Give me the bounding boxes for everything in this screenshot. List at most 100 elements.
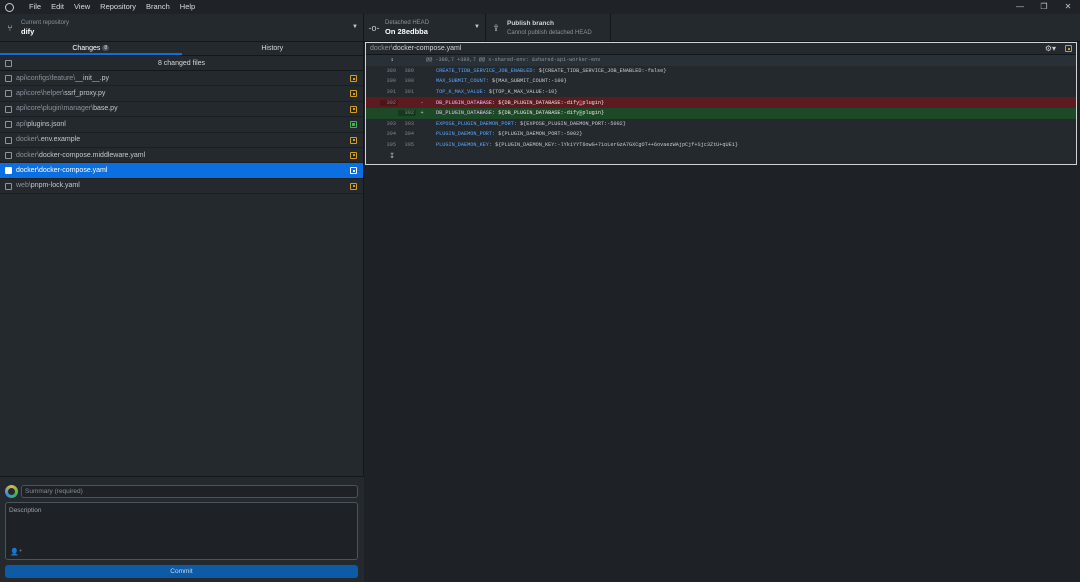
old-line-number[interactable]: 390 <box>380 78 398 84</box>
file-checkbox[interactable] <box>5 121 12 129</box>
diff-key: EXPOSE_PLUGIN_DAEMON_PORT: <box>436 120 517 127</box>
list-item[interactable]: docker\docker-compose.yaml <box>0 163 363 179</box>
list-item[interactable]: api\core\plugin\manager\base.py <box>0 102 363 118</box>
modified-status-icon <box>350 75 357 82</box>
add-person-icon[interactable]: 👤⁺ <box>10 548 22 556</box>
file-path: api\core\helper\ssrf_proxy.py <box>16 90 105 97</box>
diff-line: 392 - DB_PLUGIN_DATABASE: ${DB_PLUGIN_DATA… <box>366 97 1076 108</box>
list-item[interactable]: docker\docker-compose.middleware.yaml <box>0 148 363 164</box>
file-checkbox[interactable] <box>5 75 12 82</box>
expand-down-icon[interactable]: ↧ <box>366 152 418 160</box>
diff-sign: - <box>420 99 424 106</box>
chevron-down-icon: ▼ <box>474 24 480 30</box>
file-dir: docker\ <box>16 136 39 144</box>
list-item[interactable]: api\configs\feature\__init__.py <box>0 71 363 87</box>
file-checkbox[interactable] <box>5 182 12 190</box>
current-repository-button[interactable]: ⑂ Current repository dify ▼ <box>0 14 364 42</box>
diff-key: PLUGIN_DAEMON_PORT: <box>436 131 496 138</box>
expand-up-icon[interactable]: ↥ <box>366 57 418 63</box>
old-line-number[interactable]: 392 <box>380 99 398 106</box>
new-line-number[interactable]: 395 <box>398 142 416 148</box>
commit-button[interactable]: Commit <box>5 565 358 578</box>
menu-repository[interactable]: Repository <box>95 0 141 14</box>
menu-file[interactable]: File <box>24 0 46 14</box>
file-dir: docker\ <box>16 151 39 159</box>
changed-files-header: 8 changed files <box>0 56 363 71</box>
select-all-checkbox[interactable] <box>5 60 12 67</box>
diff-code: PLUGIN_DAEMON_PORT: ${PLUGIN_DAEMON_PORT… <box>436 131 582 137</box>
file-checkbox[interactable] <box>5 136 12 144</box>
diff-value: ${PLUGIN_DAEMON_KEY:-lYkiYYT6owG+71oLerG… <box>492 142 738 149</box>
file-checkbox[interactable] <box>5 167 12 175</box>
diff-code: DB_PLUGIN_DATABASE: ${DB_PLUGIN_DATABASE… <box>436 99 604 106</box>
close-icon[interactable]: ✕ <box>1056 0 1080 14</box>
changes-count-badge: 8 <box>102 45 110 51</box>
publish-branch-button[interactable]: ⇪ Publish branch Cannot publish detached… <box>486 14 611 42</box>
new-line-number[interactable]: 392 <box>398 110 416 117</box>
new-line-number[interactable]: 393 <box>398 121 416 127</box>
hunk-header: @@ -389,7 +389,7 @@ x-shared-env: &share… <box>426 57 601 64</box>
old-line-number[interactable]: 389 <box>380 68 398 74</box>
menu-bar: File Edit View Repository Branch Help <box>24 0 200 14</box>
list-item[interactable]: web\pnpm-lock.yaml <box>0 179 363 195</box>
avatar <box>5 485 18 498</box>
old-line-number[interactable]: 393 <box>380 121 398 127</box>
added-status-icon <box>350 121 357 129</box>
old-line-number[interactable]: 395 <box>380 142 398 148</box>
file-checkbox[interactable] <box>5 151 12 159</box>
file-name: __init__.py <box>75 74 110 82</box>
file-checkbox[interactable] <box>5 90 12 98</box>
new-line-number[interactable]: 390 <box>398 78 416 84</box>
old-line-number[interactable]: 391 <box>380 89 398 95</box>
file-name: ssrf_proxy.py <box>64 90 106 98</box>
menu-edit[interactable]: Edit <box>46 0 69 14</box>
menu-branch[interactable]: Branch <box>141 0 175 14</box>
gear-icon[interactable]: ⚙▾ <box>1045 44 1056 53</box>
diff-file-header: docker\ docker-compose.yaml ⚙▾ <box>366 43 1076 55</box>
diff-value: plugin} <box>582 110 605 117</box>
diff-value: ${EXPOSE_PLUGIN_DAEMON_PORT:-5002} <box>516 120 626 127</box>
description-input[interactable] <box>6 503 357 545</box>
diff-code: CREATE_TIDB_SERVICE_JOB_ENABLED: ${CREAT… <box>436 68 666 74</box>
modified-status-icon <box>350 105 357 113</box>
diff-key: TOP_K_MAX_VALUE: <box>436 89 486 96</box>
file-dir: api\ <box>16 120 28 128</box>
sidebar-tabs: Changes 8 History <box>0 42 363 56</box>
new-line-number[interactable]: 394 <box>398 131 416 137</box>
diff-key: CREATE_TIDB_SERVICE_JOB_ENABLED: <box>436 67 536 74</box>
changes-sidebar: Changes 8 History 8 changed files api\con… <box>0 42 364 582</box>
menu-help[interactable]: Help <box>175 0 200 14</box>
publish-label: Publish branch <box>507 20 554 27</box>
modified-status-icon <box>350 151 357 159</box>
description-box: 👤⁺ <box>5 502 358 560</box>
hunk-header-row: ↥ @@ -389,7 +389,7 @@ x-shared-env: &sha… <box>366 55 1076 66</box>
tab-changes[interactable]: Changes 8 <box>0 42 182 55</box>
new-line-number[interactable]: 389 <box>398 68 416 74</box>
new-line-number[interactable]: 391 <box>398 89 416 95</box>
maximize-icon[interactable]: ❐ <box>1032 0 1056 14</box>
expand-down-row: ↧ <box>366 150 1076 161</box>
list-item[interactable]: api\plugins.jsonl <box>0 117 363 133</box>
window-controls: — ❐ ✕ <box>1008 0 1080 14</box>
list-item[interactable]: api\core\helper\ssrf_proxy.py <box>0 86 363 102</box>
old-line-number[interactable]: 394 <box>380 131 398 137</box>
file-dir: web\ <box>16 182 31 190</box>
current-branch-button[interactable]: -o- Detached HEAD On 28edbba ▼ <box>364 14 486 42</box>
file-name: base.py <box>93 105 118 113</box>
current-repository-label: Current repository <box>21 20 70 26</box>
upload-icon: ⇪ <box>492 22 500 33</box>
file-path: docker\.env.example <box>16 136 80 143</box>
file-path: docker\docker-compose.middleware.yaml <box>16 152 145 159</box>
file-path: api\core\plugin\manager\base.py <box>16 105 118 112</box>
diff-code: MAX_SUBMIT_COUNT: ${MAX_SUBMIT_COUNT:-10… <box>436 78 567 84</box>
file-checkbox[interactable] <box>5 105 12 113</box>
commit-panel: 👤⁺ Commit <box>0 476 364 582</box>
diff-body: ↥ @@ -389,7 +389,7 @@ x-shared-env: &sha… <box>366 55 1076 150</box>
diff-line: 395 395 PLUGIN_DAEMON_KEY: ${PLUGIN_DAEMON… <box>366 140 1076 151</box>
list-item[interactable]: docker\.env.example <box>0 133 363 148</box>
summary-input[interactable] <box>21 485 358 498</box>
diff-key: MAX_SUBMIT_COUNT: <box>436 78 489 85</box>
minimize-icon[interactable]: — <box>1008 0 1032 14</box>
menu-view[interactable]: View <box>69 0 95 14</box>
tab-history[interactable]: History <box>182 42 364 55</box>
